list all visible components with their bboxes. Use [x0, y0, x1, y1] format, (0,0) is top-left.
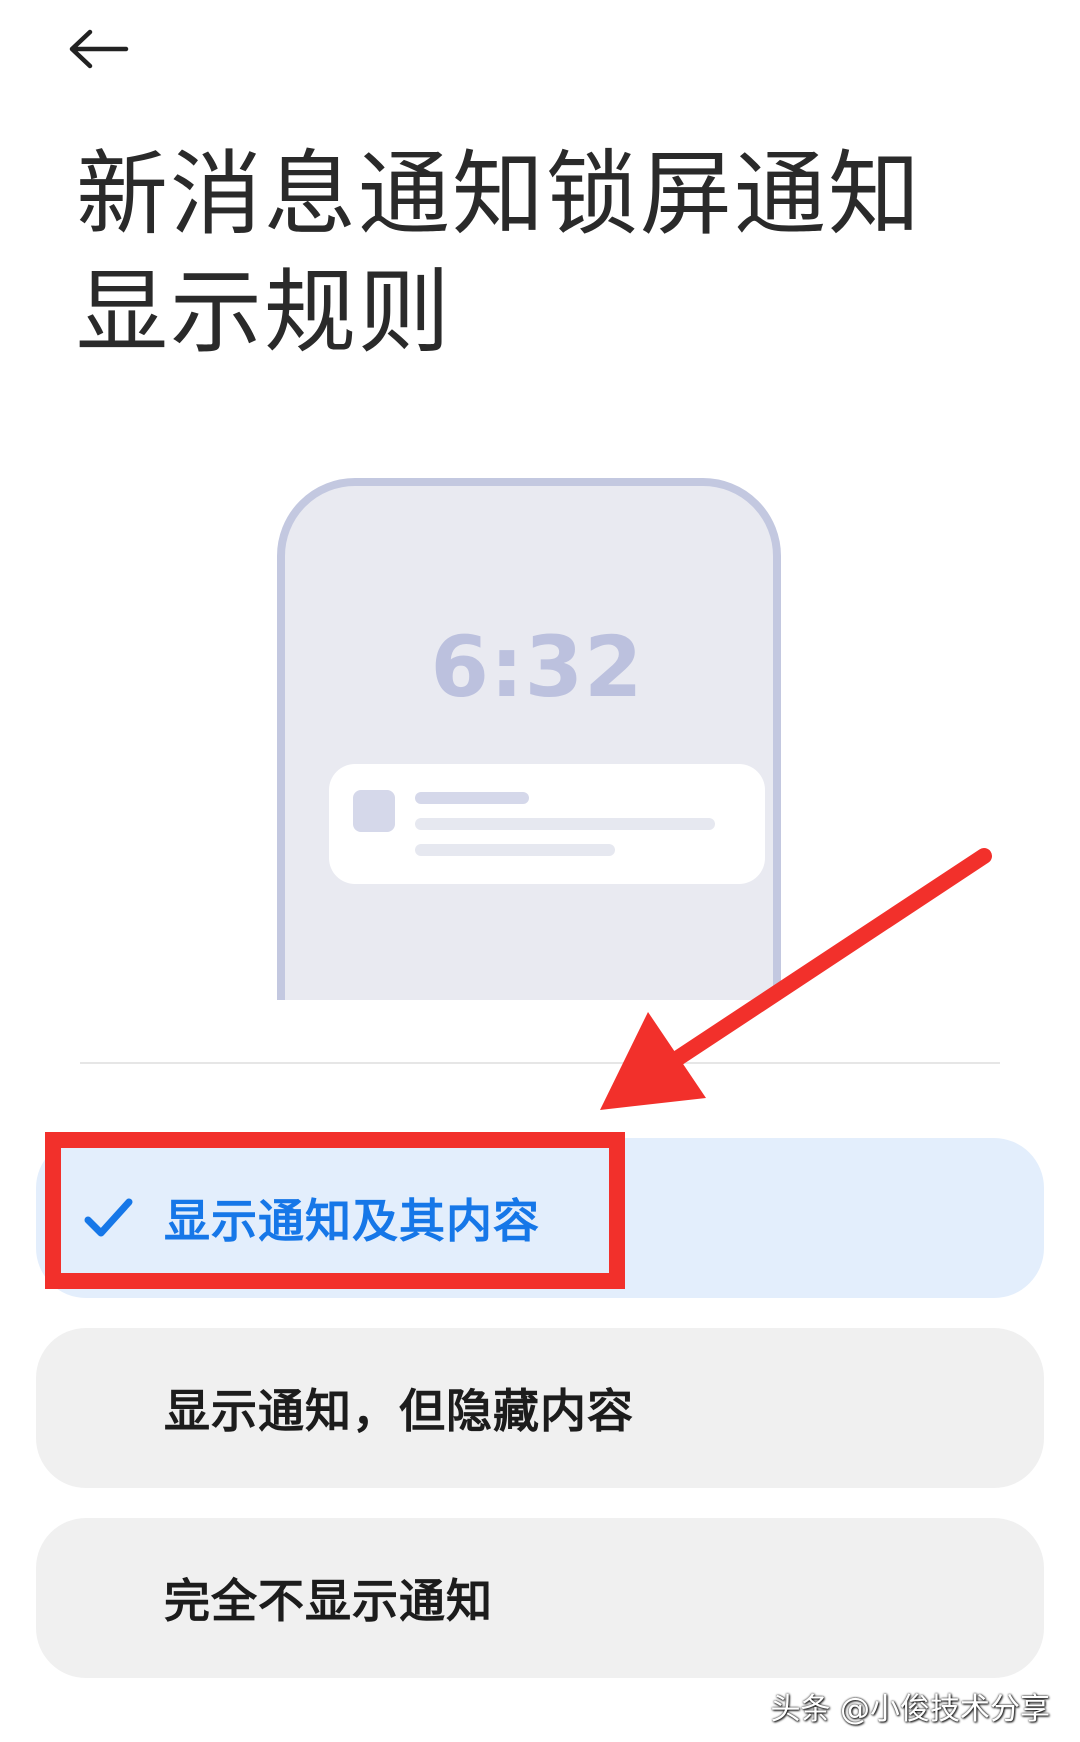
option-label: 显示通知，但隐藏内容 [164, 1384, 634, 1438]
phone-frame: 6:32 [277, 478, 781, 1000]
notification-text-line [415, 818, 715, 830]
check-icon [84, 1198, 133, 1237]
option-label: 显示通知及其内容 [164, 1194, 540, 1248]
arrow-left-icon [69, 29, 129, 69]
watermark: 头条 @小俊技术分享 [770, 1692, 1050, 1727]
divider [80, 1062, 1000, 1064]
notification-card [329, 764, 765, 884]
notification-title-line [415, 792, 529, 804]
option-label: 完全不显示通知 [164, 1574, 493, 1628]
option-show-content[interactable]: 显示通知及其内容 [36, 1138, 1044, 1298]
option-hide-all[interactable]: 完全不显示通知 [36, 1518, 1044, 1678]
option-hide-content[interactable]: 显示通知，但隐藏内容 [36, 1328, 1044, 1488]
lock-time: 6:32 [430, 618, 644, 716]
lockscreen-illustration: 6:32 [277, 478, 797, 1000]
page-title: 新消息通知锁屏通知显示规则 [76, 141, 923, 366]
back-button[interactable] [68, 14, 148, 84]
app-icon-placeholder [353, 790, 395, 832]
notification-text-line [415, 844, 615, 856]
